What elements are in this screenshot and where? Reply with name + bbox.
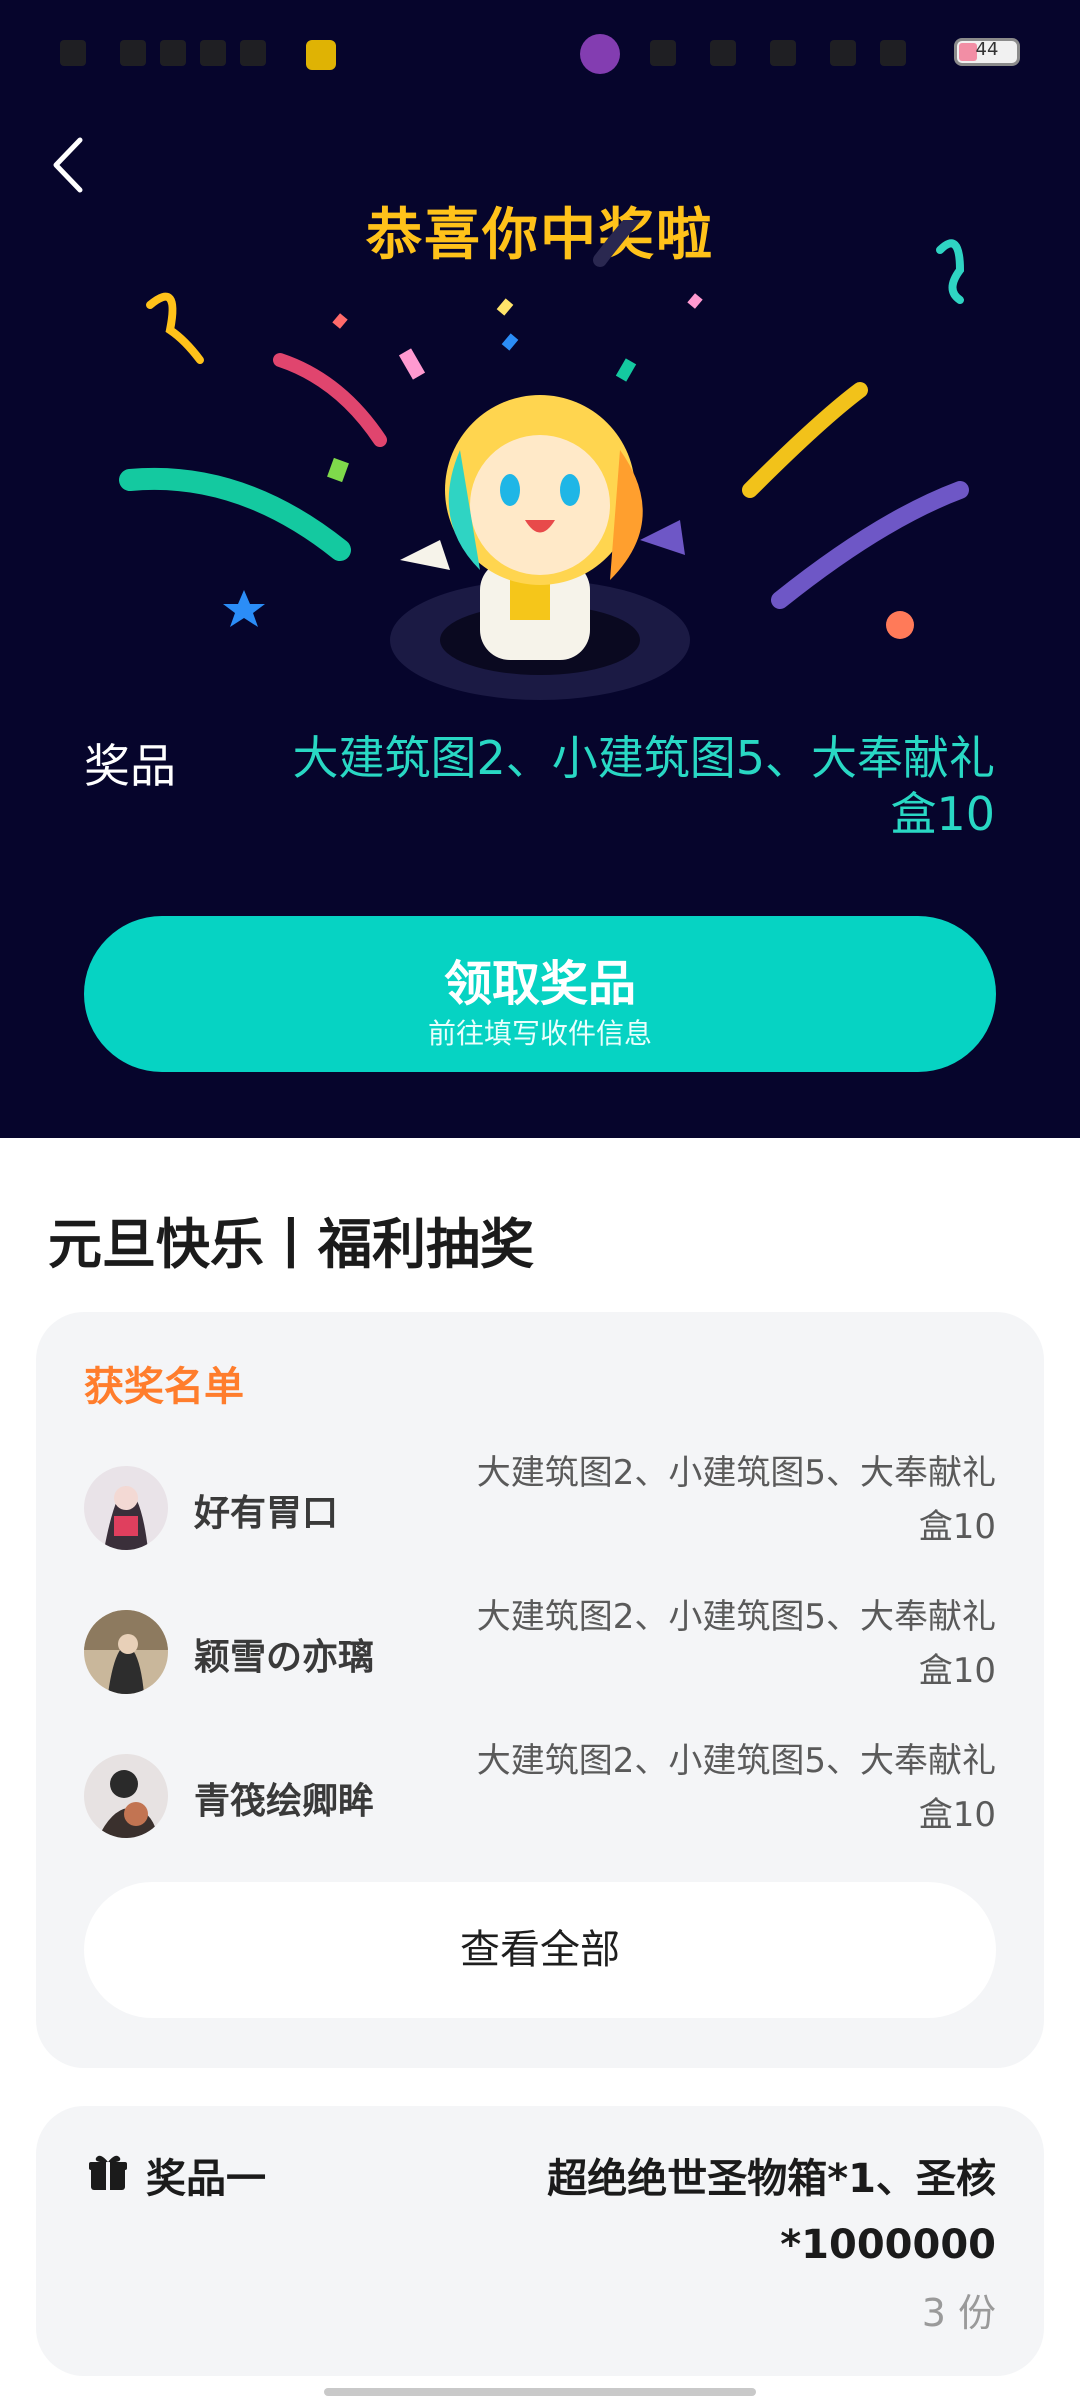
prize-card: 奖品一 超绝绝世圣物箱*1、圣核*1000000 3 份: [36, 2106, 1044, 2376]
prize-tier-count: 3 份: [921, 2291, 996, 2335]
event-title: 元旦快乐丨福利抽奖: [48, 1213, 534, 1276]
prize-tier-value: 超绝绝世圣物箱*1、圣核*1000000: [547, 2156, 996, 2268]
winner-name: 青筏绘卿眸: [194, 1781, 375, 1822]
confetti-streak: [742, 382, 868, 498]
claim-button-subtitle: 前往填写收件信息: [427, 1017, 652, 1050]
battery-level: 44: [975, 39, 999, 60]
winner-row: 青筏绘卿眸 大建筑图2、小建筑图5、大奉献礼盒10: [84, 1734, 996, 1854]
winner-row: 好有胃口 大建筑图2、小建筑图5、大奉献礼盒10: [84, 1446, 996, 1566]
winners-title: 获奖名单: [84, 1364, 244, 1410]
status-bar: 44: [0, 0, 1080, 100]
home-indicator[interactable]: [324, 2388, 756, 2396]
prize-tier-label: 奖品一: [146, 2156, 266, 2202]
confetti-streak: [119, 467, 351, 561]
celebration-illustration: [119, 220, 969, 700]
avatar: [84, 1466, 168, 1550]
avatar: [84, 1610, 168, 1694]
claim-button-title: 领取奖品: [443, 956, 636, 1012]
status-icons-left: [60, 32, 360, 72]
battery-icon: 44: [954, 38, 1020, 66]
view-all-button[interactable]: 查看全部: [84, 1882, 996, 2018]
status-icons-right: 44: [560, 32, 1020, 74]
winner-row: 颖雪の亦璃 大建筑图2、小建筑图5、大奉献礼盒10: [84, 1590, 996, 1710]
app-notification-icon: [306, 40, 336, 70]
winners-card: 获奖名单 好有胃口 大建筑图2、小建筑图5、大奉献礼盒10 颖雪の亦璃 大建筑图…: [36, 1312, 1044, 2068]
confetti-streak: [771, 481, 969, 609]
prize-value: 大建筑图2、小建筑图5、大奉献礼盒10: [292, 731, 995, 841]
claim-prize-button[interactable]: 领取奖品 前往填写收件信息: [84, 916, 996, 1072]
avatar: [84, 1754, 168, 1838]
confetti-streak: [273, 353, 387, 447]
hero-banner: 44 恭喜你中奖啦 奖品 大建筑图2、小建筑图5、大奉献礼盒10 领取奖品 前往…: [0, 0, 1080, 1138]
winner-prize: 大建筑图2、小建筑图5、大奉献礼盒10: [476, 1597, 996, 1691]
winner-name: 好有胃口: [194, 1493, 339, 1534]
gift-icon: [89, 2155, 127, 2190]
prize-label: 奖品: [84, 739, 176, 793]
winner-name: 颖雪の亦璃: [194, 1637, 375, 1678]
winner-prize: 大建筑图2、小建筑图5、大奉献礼盒10: [476, 1453, 996, 1547]
winner-prize: 大建筑图2、小建筑图5、大奉献礼盒10: [476, 1741, 996, 1835]
